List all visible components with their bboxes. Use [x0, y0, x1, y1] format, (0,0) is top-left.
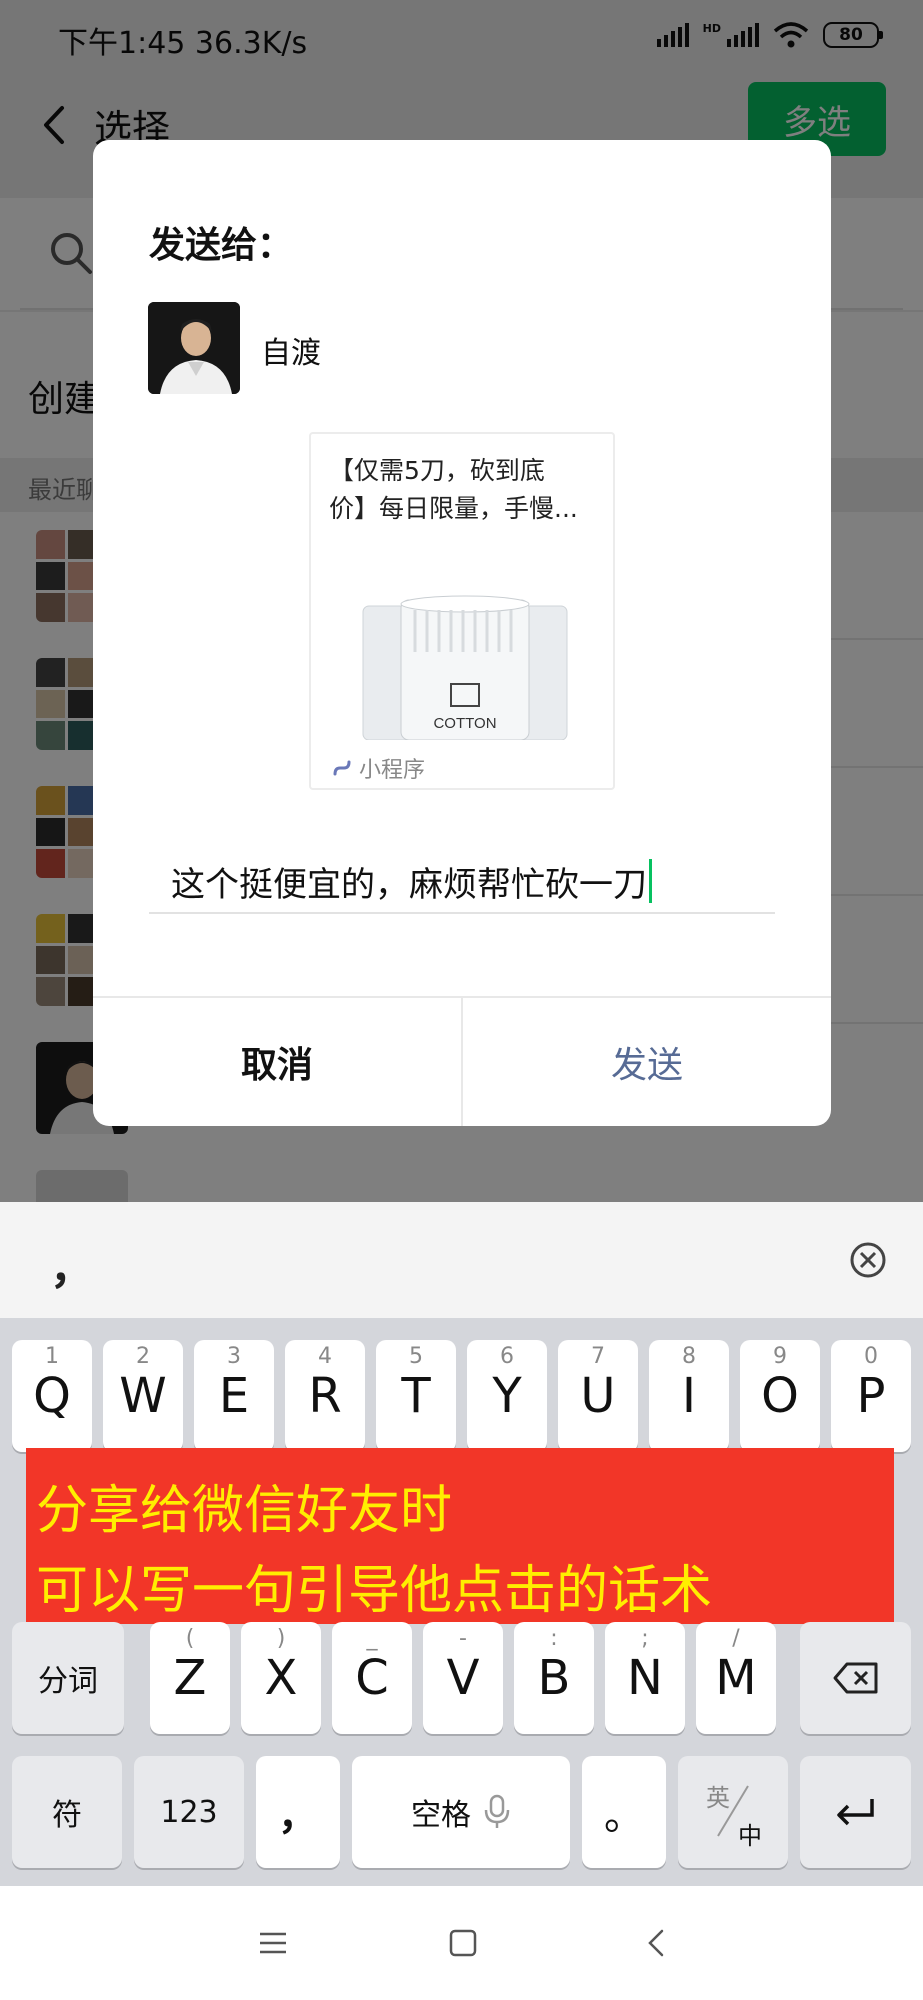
key-label: C — [355, 1650, 389, 1706]
key-label: E — [218, 1368, 250, 1424]
key-e[interactable]: 3E — [194, 1340, 274, 1452]
key-sub: - — [459, 1626, 467, 1651]
mini-program-card: 【仅需5刀，砍到底 价】每日限量，手慢... COTTON 小程序 — [309, 432, 615, 790]
key-label: N — [627, 1650, 663, 1706]
key-v[interactable]: -V — [423, 1622, 503, 1734]
key-y[interactable]: 6Y — [467, 1340, 547, 1452]
text-caret — [649, 859, 652, 903]
tip-banner: 分享给微信好友时 可以写一句引导他点击的话术 — [26, 1448, 894, 1624]
space-key[interactable]: 空格 — [352, 1756, 570, 1868]
key-label: O — [761, 1368, 799, 1424]
key-sub: 6 — [500, 1344, 514, 1369]
key-sub: / — [732, 1626, 740, 1651]
symbols-key[interactable]: 符 — [12, 1756, 122, 1868]
cancel-button[interactable]: 取消 — [93, 998, 461, 1126]
key-t[interactable]: 5T — [376, 1340, 456, 1452]
key-label: W — [119, 1368, 167, 1424]
key-sub: 0 — [864, 1344, 878, 1369]
key-c[interactable]: _ C — [332, 1622, 412, 1734]
key-p[interactable]: 0P — [831, 1340, 911, 1452]
key-sub: _ — [366, 1626, 378, 1651]
enter-icon — [836, 1799, 874, 1826]
key-label: B — [537, 1650, 571, 1706]
key-label: Q — [33, 1368, 71, 1424]
mini-program-title: 【仅需5刀，砍到底 价】每日限量，手慢... — [329, 456, 578, 523]
tip-line-1: 分享给微信好友时 — [36, 1481, 453, 1541]
key-sub: ; — [641, 1626, 649, 1651]
key-label: U — [580, 1368, 616, 1424]
key-sub: 8 — [682, 1344, 696, 1369]
candidate-comma[interactable]: ， — [50, 1232, 94, 1296]
mini-program-icon — [333, 760, 351, 776]
key-label: Y — [492, 1368, 522, 1424]
key-label: R — [308, 1368, 342, 1424]
key-sub: 4 — [318, 1344, 332, 1369]
key-sub: 2 — [136, 1344, 150, 1369]
enter-key[interactable] — [800, 1756, 911, 1868]
key-z[interactable]: (Z — [150, 1622, 230, 1734]
key-sub: 3 — [227, 1344, 241, 1369]
key-sub: : — [550, 1626, 558, 1651]
period-key[interactable]: 。 — [582, 1756, 666, 1868]
key-sub: ( — [185, 1626, 195, 1651]
key-label: I — [681, 1368, 697, 1424]
product-label: COTTON — [433, 715, 496, 732]
key-label: P — [856, 1368, 886, 1424]
key-x[interactable]: ) X — [241, 1622, 321, 1734]
key-n[interactable]: ; N — [605, 1622, 685, 1734]
comma-key[interactable]: ， — [256, 1756, 340, 1868]
microphone-icon — [484, 1794, 510, 1828]
backspace-key[interactable] — [800, 1622, 911, 1734]
split-key[interactable]: 分词 — [12, 1622, 124, 1734]
keyboard-candidate-bar: ， — [0, 1202, 923, 1318]
tip-line-2: 可以写一句引导他点击的话术 — [36, 1561, 713, 1621]
key-label: T — [401, 1368, 431, 1424]
mini-program-footer: 小程序 — [331, 752, 425, 784]
recipient-name: 自渡 — [261, 336, 321, 371]
home-icon[interactable] — [446, 1926, 480, 1960]
key-label: V — [446, 1650, 480, 1706]
key-r[interactable]: 4R — [285, 1340, 365, 1452]
recipient-avatar — [148, 302, 240, 394]
language-switch-key[interactable]: 英 中 — [678, 1756, 788, 1868]
key-sub: 1 — [45, 1344, 59, 1369]
key-sub: 7 — [591, 1344, 605, 1369]
message-input[interactable]: 这个挺便宜的，麻烦帮忙砍一刀 — [149, 850, 775, 914]
key-sub: 9 — [773, 1344, 787, 1369]
send-to-dialog: 发送给： 自渡 【仅需5刀，砍到底 价】每日限量，手慢... COTTON 小程… — [93, 140, 831, 1126]
back-icon[interactable] — [640, 1926, 674, 1960]
dialog-title: 发送给： — [149, 225, 294, 266]
key-label: Z — [173, 1650, 207, 1706]
numbers-key[interactable]: 123 — [134, 1756, 244, 1868]
send-button[interactable]: 发送 — [463, 998, 831, 1126]
message-text: 这个挺便宜的，麻烦帮忙砍一刀 — [171, 864, 647, 905]
system-nav-bar — [0, 1886, 923, 2000]
key-q[interactable]: 1Q — [12, 1340, 92, 1452]
key-sub: ) — [276, 1626, 286, 1651]
key-label: M — [715, 1650, 757, 1706]
key-b[interactable]: :B — [514, 1622, 594, 1734]
key-u[interactable]: 7U — [558, 1340, 638, 1452]
key-m[interactable]: / M — [696, 1622, 776, 1734]
backspace-icon — [833, 1662, 877, 1694]
mini-program-label: 小程序 — [359, 758, 426, 783]
key-w[interactable]: 2W — [103, 1340, 183, 1452]
key-i[interactable]: 8I — [649, 1340, 729, 1452]
diagonal-divider-icon — [717, 1785, 749, 1837]
key-label: X — [264, 1650, 298, 1706]
space-label: 空格 — [411, 1798, 471, 1833]
key-o[interactable]: 9O — [740, 1340, 820, 1452]
key-sub: 5 — [409, 1344, 423, 1369]
close-keyboard-icon[interactable] — [848, 1240, 888, 1280]
menu-icon[interactable] — [256, 1926, 290, 1960]
cotton-swab-product-image: COTTON — [362, 595, 568, 740]
